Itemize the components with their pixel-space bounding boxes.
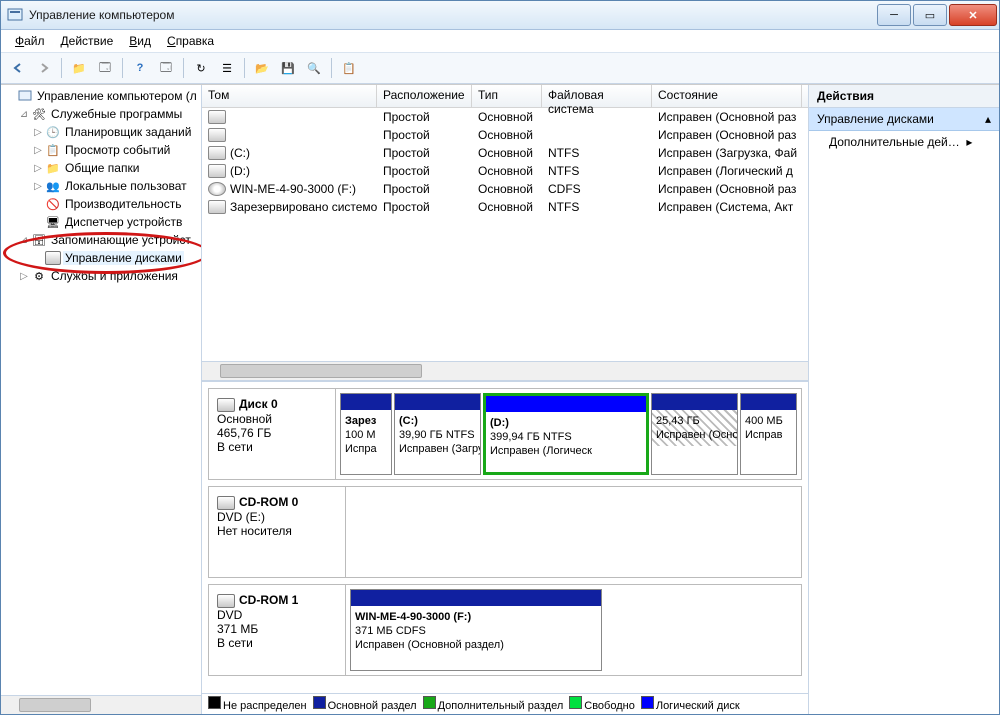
app-window: Управление компьютером ─ ▭ ✕ ФайлДействи… <box>0 0 1000 715</box>
partition[interactable]: (C:)39,90 ГБ NTFSИсправен (Загруз <box>394 393 481 475</box>
disk-icon <box>217 398 235 412</box>
actions-selected[interactable]: Управление дисками ▴ <box>809 108 999 131</box>
actions-header: Действия <box>809 85 999 108</box>
tree-item[interactable]: ▷⚙Службы и приложения <box>1 267 201 285</box>
partition[interactable]: 25,43 ГБИсправен (Осно <box>651 393 738 475</box>
nav-back-button[interactable] <box>7 57 29 79</box>
tree-item[interactable]: ▷👥Локальные пользоват <box>1 177 201 195</box>
refresh-button[interactable]: ↻ <box>190 57 212 79</box>
disk-block: CD-ROM 1DVD371 МБВ сетиWIN-ME-4-90-3000 … <box>208 584 802 676</box>
column-header[interactable]: Состояние <box>652 85 802 107</box>
list1-button[interactable]: ☰ <box>216 57 238 79</box>
legend-item: Логический диск <box>641 696 740 712</box>
tree-icon: 🗄 <box>31 232 47 248</box>
partition[interactable]: 400 МБИсправ <box>740 393 797 475</box>
maximize-button[interactable]: ▭ <box>913 4 947 26</box>
volume-list: ТомРасположениеТипФайловая системаСостоя… <box>202 85 808 382</box>
volume-row[interactable]: (D:)ПростойОсновнойNTFSИсправен (Логичес… <box>202 162 808 180</box>
disk-icon <box>217 594 235 608</box>
disk-info: Диск 0Основной465,76 ГБВ сети <box>209 389 336 479</box>
tree-item[interactable]: ⊿🗄Запоминающие устройст <box>1 231 201 249</box>
save-button[interactable]: 💾 <box>277 57 299 79</box>
column-header[interactable]: Том <box>202 85 377 107</box>
volume-row[interactable]: (C:)ПростойОсновнойNTFSИсправен (Загрузк… <box>202 144 808 162</box>
disk-block: Диск 0Основной465,76 ГБВ сетиЗарез100 МИ… <box>208 388 802 480</box>
tree-pane: Управление компьютером (л⊿🛠Служебные про… <box>1 85 202 714</box>
column-header[interactable]: Расположение <box>377 85 472 107</box>
tree-icon: 🚫 <box>45 196 61 212</box>
settings-button[interactable]: 📋 <box>338 57 360 79</box>
menubar: ФайлДействиеВидСправка <box>1 30 999 53</box>
close-button[interactable]: ✕ <box>949 4 997 26</box>
legend-item: Свободно <box>569 696 635 712</box>
legend-item: Основной раздел <box>313 696 417 712</box>
drive-icon <box>208 182 226 196</box>
volume-row[interactable]: ПростойОсновнойИсправен (Основной раз <box>202 108 808 126</box>
tree-icon <box>17 88 33 104</box>
up-button[interactable]: 📁 <box>68 57 90 79</box>
tree-item[interactable]: 🚫Производительность <box>1 195 201 213</box>
legend-item: Дополнительный раздел <box>423 696 564 712</box>
legend-item: Не распределен <box>208 696 307 712</box>
open-button[interactable]: 📂 <box>251 57 273 79</box>
tree-icon: 🕒 <box>45 124 61 140</box>
center-pane: ТомРасположениеТипФайловая системаСостоя… <box>202 85 809 714</box>
legend: Не распределен Основной раздел Дополнитель… <box>202 693 808 714</box>
menu-справка[interactable]: Справка <box>161 32 220 50</box>
tree-icon: 🖥 <box>45 214 61 230</box>
disk-info: CD-ROM 1DVD371 МБВ сети <box>209 585 346 675</box>
volume-row[interactable]: WIN-ME-4-90-3000 (F:)ПростойОсновнойCDFS… <box>202 180 808 198</box>
app-icon <box>7 7 23 23</box>
drive-icon <box>208 146 226 160</box>
disk-icon <box>217 496 235 510</box>
actions-pane: Действия Управление дисками ▴ Дополнител… <box>809 85 999 714</box>
actions-item-more[interactable]: Дополнительные дей… ▸ <box>809 131 999 153</box>
drive-icon <box>208 200 226 214</box>
toolbar: 📁 🗔 ? 🗔 ↻ ☰ 📂 💾 🔍 📋 <box>1 53 999 84</box>
tree-icon: 📁 <box>45 160 61 176</box>
prop-button[interactable]: 🗔 <box>94 57 116 79</box>
drive-icon <box>208 110 226 124</box>
minimize-button[interactable]: ─ <box>877 4 911 26</box>
drive-icon <box>208 164 226 178</box>
tree-icon: 👥 <box>45 178 61 194</box>
titlebar: Управление компьютером ─ ▭ ✕ <box>1 1 999 30</box>
volume-row[interactable]: Зарезервировано системойПростойОсновнойN… <box>202 198 808 216</box>
menu-действие[interactable]: Действие <box>55 32 120 50</box>
volume-scrollbar[interactable] <box>202 361 808 380</box>
volume-list-header: ТомРасположениеТипФайловая системаСостоя… <box>202 85 808 108</box>
volume-row[interactable]: ПростойОсновнойИсправен (Основной раз <box>202 126 808 144</box>
disk-map: Диск 0Основной465,76 ГБВ сетиЗарез100 МИ… <box>202 382 808 693</box>
tree-item[interactable]: Управление дисками <box>1 249 201 267</box>
tree-item[interactable]: ▷🕒Планировщик заданий <box>1 123 201 141</box>
menu-вид[interactable]: Вид <box>123 32 157 50</box>
menu-файл[interactable]: Файл <box>9 32 51 50</box>
help-button[interactable]: ? <box>129 57 151 79</box>
disk-block: CD-ROM 0DVD (E:)Нет носителя <box>208 486 802 578</box>
drive-icon <box>208 128 226 142</box>
tree-item[interactable]: ▷📁Общие папки <box>1 159 201 177</box>
view-button[interactable]: 🗔 <box>155 57 177 79</box>
tree-item[interactable]: Управление компьютером (л <box>1 87 201 105</box>
disk-info: CD-ROM 0DVD (E:)Нет носителя <box>209 487 346 577</box>
partition[interactable]: WIN-ME-4-90-3000 (F:)371 МБ CDFSИсправен… <box>350 589 602 671</box>
column-header[interactable]: Файловая система <box>542 85 652 107</box>
tree-item[interactable]: ⊿🛠Служебные программы <box>1 105 201 123</box>
partition[interactable]: Зарез100 МИспра <box>340 393 392 475</box>
tree-scrollbar[interactable] <box>1 695 201 714</box>
tree-icon: 📋 <box>45 142 61 158</box>
search-button[interactable]: 🔍 <box>303 57 325 79</box>
nav-fwd-button[interactable] <box>33 57 55 79</box>
window-title: Управление компьютером <box>29 8 875 22</box>
column-header[interactable]: Тип <box>472 85 542 107</box>
partition[interactable]: (D:)399,94 ГБ NTFSИсправен (Логическ <box>483 393 649 475</box>
tree-item[interactable]: 🖥Диспетчер устройств <box>1 213 201 231</box>
collapse-icon: ▴ <box>985 112 991 126</box>
tree-icon: ⚙ <box>31 268 47 284</box>
tree-item[interactable]: ▷📋Просмотр событий <box>1 141 201 159</box>
tree-icon: 🛠 <box>31 106 47 122</box>
tree-icon <box>45 250 61 266</box>
client-area: Управление компьютером (л⊿🛠Служебные про… <box>1 84 999 714</box>
